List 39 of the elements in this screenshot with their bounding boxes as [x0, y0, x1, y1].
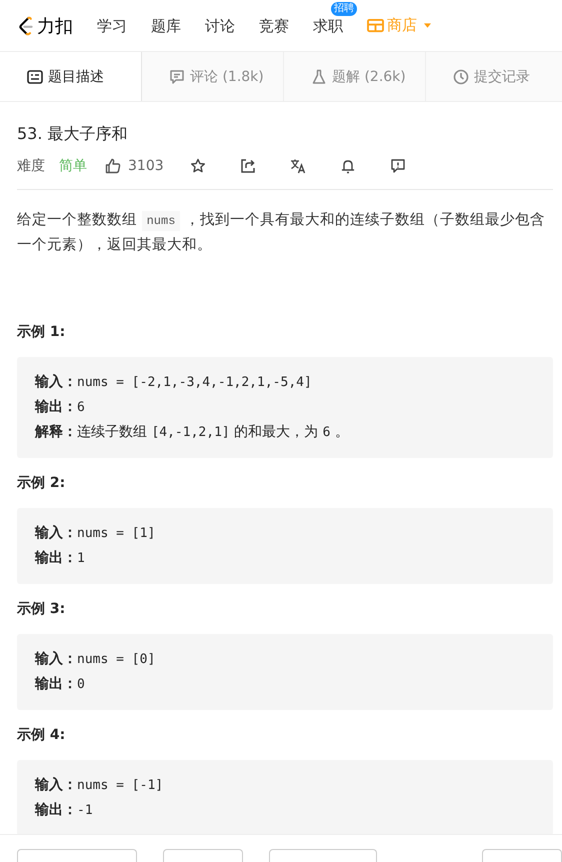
difficulty-value: 简单 — [59, 157, 87, 175]
logo-icon — [18, 16, 34, 36]
thumbs-up-icon — [105, 158, 121, 174]
star-icon[interactable] — [190, 158, 206, 174]
example-line: 输出：1 — [35, 549, 86, 568]
nav-link[interactable]: 学习 — [97, 16, 127, 34]
store-icon — [367, 18, 384, 33]
example-line: 输出：0 — [35, 675, 86, 694]
tab[interactable]: 题目描述 — [0, 52, 142, 101]
clock-icon — [453, 68, 469, 84]
problem-description: 给定一个整数数组 nums ，找到一个具有最大和的连续子数组（子数组最少包含一个元素），返回其最大和。 — [17, 210, 546, 255]
description-icon — [27, 68, 43, 84]
nav-badge: 招聘 — [331, 2, 357, 16]
example-line: 输入：nums = [1] — [35, 524, 156, 543]
bell-icon[interactable] — [340, 158, 356, 174]
example-line: 输出：-1 — [35, 801, 94, 820]
share-icon[interactable] — [240, 158, 256, 174]
nav-link[interactable]: 讨论 — [205, 16, 235, 34]
difficulty-label: 难度 — [17, 157, 45, 175]
example-line: 输入：nums = [-1] — [35, 776, 164, 795]
example-line: 输入：nums = [-2,1,-3,4,-1,2,1,-5,4] — [35, 373, 313, 392]
example-heading: 示例 2: — [17, 474, 66, 492]
caret-icon — [424, 23, 431, 28]
flask-icon — [311, 68, 327, 84]
nav-link[interactable]: 竞赛 — [259, 16, 289, 34]
nav-link[interactable]: 求职 — [313, 16, 343, 34]
translate-icon[interactable] — [290, 158, 306, 174]
feedback-icon[interactable] — [390, 158, 406, 174]
problem-title: 53. 最大子序和 — [17, 124, 129, 145]
example-heading: 示例 4: — [17, 726, 66, 744]
example-line: 解释：连续子数组 [4,-1,2,1] 的和最大，为 6 。 — [35, 423, 350, 442]
example-line: 输出：6 — [35, 398, 86, 417]
like-button[interactable]: 3103 — [105, 158, 164, 174]
example-heading: 示例 1: — [17, 323, 66, 341]
nav-link[interactable]: 题库 — [151, 16, 181, 34]
example-line: 输入：nums = [0] — [35, 650, 156, 669]
logo-text[interactable]: 力扣 — [37, 14, 73, 38]
comment-icon — [169, 68, 185, 84]
example-heading: 示例 3: — [17, 600, 66, 618]
